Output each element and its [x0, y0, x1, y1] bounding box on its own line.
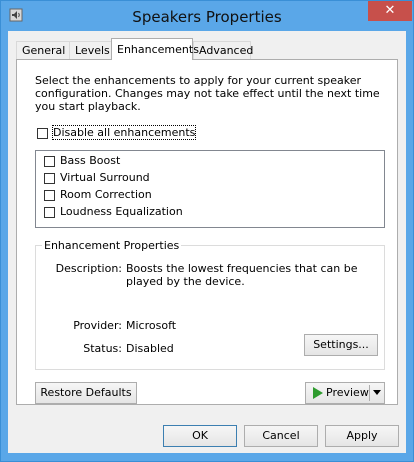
loudness-equalization-label[interactable]: Loudness Equalization: [60, 205, 183, 218]
room-correction-label[interactable]: Room Correction: [60, 188, 152, 201]
play-icon: [313, 387, 323, 399]
loudness-equalization-checkbox[interactable]: [44, 207, 55, 218]
enhancements-intro-text: Select the enhancements to apply for you…: [35, 74, 380, 113]
bass-boost-checkbox[interactable]: [44, 156, 55, 167]
disable-all-text: Disable all enhancements: [53, 126, 196, 139]
tab-label: Levels: [75, 44, 110, 57]
cancel-button[interactable]: Cancel: [244, 425, 318, 447]
apply-label: Apply: [346, 429, 378, 442]
virtual-surround-checkbox[interactable]: [44, 173, 55, 184]
ok-label: OK: [192, 429, 208, 442]
room-correction-checkbox[interactable]: [44, 190, 55, 201]
preview-label: Preview: [326, 386, 369, 399]
restore-defaults-button[interactable]: Restore Defaults: [35, 382, 137, 404]
tab-general[interactable]: General: [16, 41, 70, 59]
tab-label: Enhancements: [117, 43, 199, 56]
provider-key: Provider:: [73, 319, 122, 332]
settings-button[interactable]: Settings...: [304, 334, 378, 356]
tab-enhancements[interactable]: Enhancements: [111, 38, 199, 60]
apply-button[interactable]: Apply: [325, 425, 399, 447]
title-bar[interactable]: Speakers Properties ✕: [1, 1, 413, 31]
speakers-properties-window: Speakers Properties ✕ General Levels Enh…: [0, 0, 414, 462]
virtual-surround-label[interactable]: Virtual Surround: [60, 171, 150, 184]
enhancements-panel: Select the enhancements to apply for you…: [16, 59, 398, 405]
cancel-label: Cancel: [262, 429, 300, 442]
status-value: Disabled: [126, 342, 174, 355]
enhancement-properties-group: Enhancement Properties Description: Boos…: [35, 239, 385, 370]
settings-label: Settings...: [313, 338, 369, 351]
tab-advanced[interactable]: Advanced: [193, 41, 254, 59]
ok-button[interactable]: OK: [163, 425, 237, 447]
window-title: Speakers Properties: [132, 8, 282, 26]
enhancements-list[interactable]: Bass Boost Virtual Surround Room Correct…: [35, 150, 385, 228]
restore-defaults-label: Restore Defaults: [40, 386, 132, 399]
preview-button[interactable]: Preview: [305, 382, 385, 404]
close-icon: ✕: [384, 3, 396, 18]
disable-all-checkbox[interactable]: [37, 128, 48, 139]
tab-label: General: [22, 44, 66, 57]
dialog-client-area: General Levels Enhancements Advanced Sel…: [8, 31, 406, 453]
tab-levels[interactable]: Levels: [69, 41, 114, 59]
dropdown-arrow-icon[interactable]: [373, 390, 381, 396]
description-value: Boosts the lowest frequencies that can b…: [126, 262, 358, 288]
split-separator: [369, 385, 370, 401]
description-key: Description:: [55, 262, 122, 275]
group-title: Enhancement Properties: [42, 239, 182, 252]
bass-boost-label[interactable]: Bass Boost: [60, 154, 120, 167]
status-key: Status:: [83, 342, 122, 355]
disable-all-label[interactable]: Disable all enhancements: [51, 125, 197, 140]
close-button[interactable]: ✕: [368, 1, 412, 21]
provider-value: Microsoft: [126, 319, 177, 332]
tab-label: Advanced: [199, 44, 254, 57]
